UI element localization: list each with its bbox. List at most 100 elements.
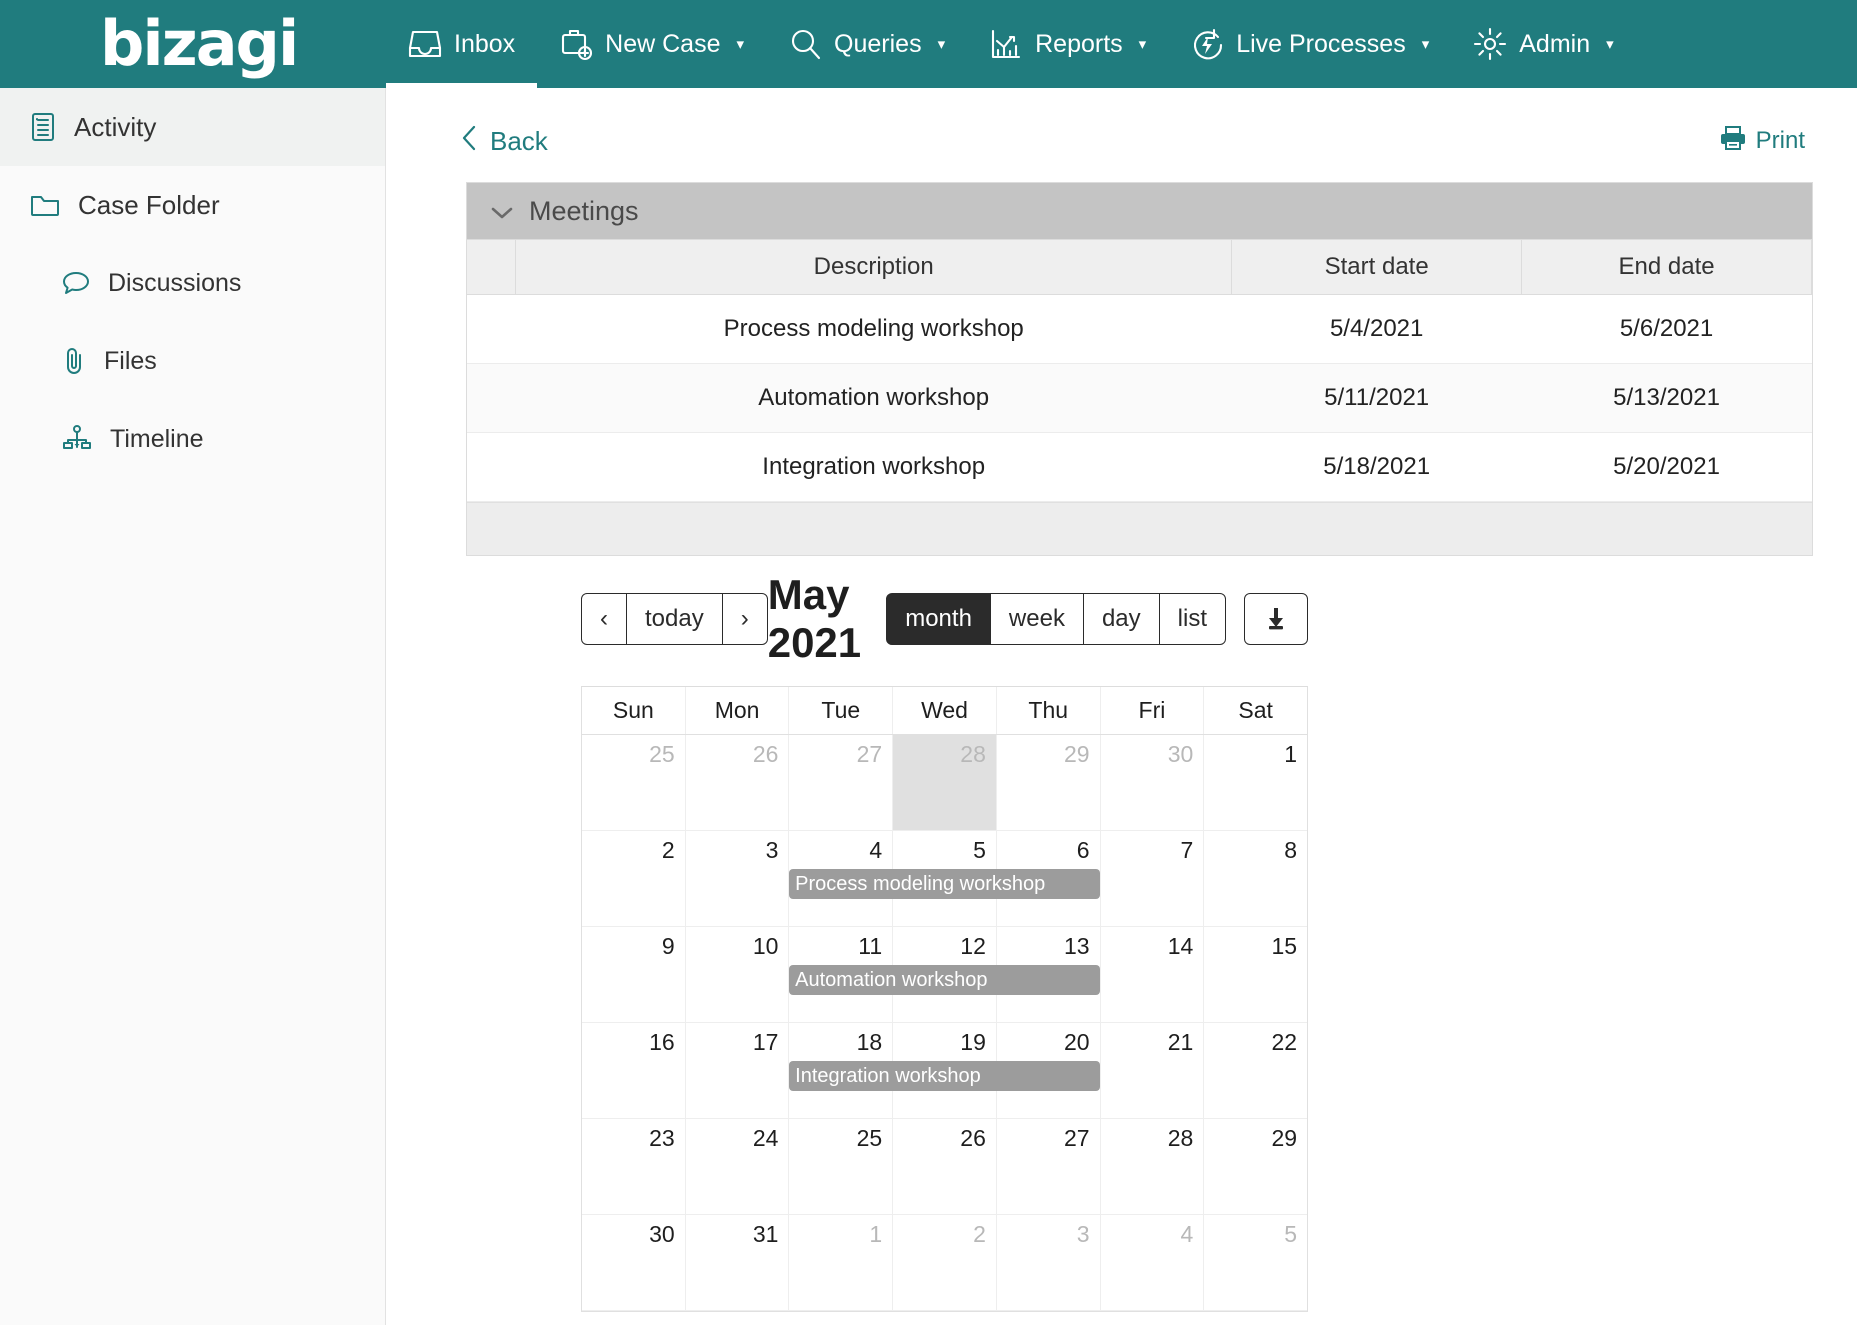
calendar-event[interactable]: Automation workshop xyxy=(789,965,1100,995)
nav-item-admin[interactable]: Admin ▾ xyxy=(1451,0,1635,88)
calendar-view-week[interactable]: week xyxy=(989,593,1084,645)
calendar-day-cell[interactable]: 16 xyxy=(582,1023,685,1118)
row-select-cell[interactable] xyxy=(467,363,516,433)
calendar-week-row: 2 3 4 5 6 7 8 Process modeling workshop xyxy=(582,831,1307,927)
meetings-panel-header[interactable]: Meetings xyxy=(467,183,1812,239)
calendar-day-cell[interactable]: 26 xyxy=(892,1119,996,1214)
calendar-view-list[interactable]: list xyxy=(1158,593,1226,645)
back-button[interactable]: Back xyxy=(460,124,548,159)
column-header-end-date[interactable]: End date xyxy=(1521,239,1812,295)
printer-icon xyxy=(1720,125,1746,157)
calendar-view-month[interactable]: month xyxy=(886,593,991,645)
sidebar-item-discussions[interactable]: Discussions xyxy=(0,244,385,322)
sidebar-item-case-folder[interactable]: Case Folder xyxy=(0,166,385,244)
column-header-select[interactable] xyxy=(467,239,517,295)
main-content: Back Print Meetings Description Start da… xyxy=(386,88,1857,1325)
calendar-day-cell[interactable]: 25 xyxy=(788,1119,892,1214)
calendar-day-cell[interactable]: 4 xyxy=(1099,1215,1204,1310)
calendar-day-cell[interactable]: 26 xyxy=(684,735,789,830)
calendar-day-cell[interactable]: 1 xyxy=(1203,735,1307,830)
calendar-day-names: Sun Mon Tue Wed Thu Fri Sat xyxy=(582,687,1307,735)
calendar-day-cell[interactable]: 10 xyxy=(684,927,789,1022)
chevron-down-icon: ▾ xyxy=(937,35,946,53)
table-row[interactable]: Process modeling workshop 5/4/2021 5/6/202… xyxy=(467,294,1812,364)
calendar-week-row: 9 10 11 12 13 14 15 Automation workshop xyxy=(582,927,1307,1023)
calendar-day-cell[interactable]: 9 xyxy=(582,927,685,1022)
nav-item-inbox[interactable]: Inbox xyxy=(386,0,538,88)
cell-start-date: 5/18/2021 xyxy=(1231,432,1522,502)
calendar-day-cell[interactable]: 25 xyxy=(582,735,685,830)
content-header: Back Print xyxy=(386,88,1857,166)
calendar-day-cell[interactable]: 28 xyxy=(892,735,996,830)
calendar-day-cell[interactable]: 27 xyxy=(995,1119,1100,1214)
page-body: Activity Case Folder Discussions Files Timel… xyxy=(0,88,1857,1325)
nav-item-label: Queries xyxy=(834,29,922,58)
calendar-dayname-mon: Mon xyxy=(684,687,789,734)
calendar-day-cell[interactable]: 27 xyxy=(788,735,892,830)
cell-start-date: 5/4/2021 xyxy=(1231,294,1522,364)
calendar-day-cell[interactable]: 8 xyxy=(1203,831,1307,926)
row-select-cell[interactable] xyxy=(467,294,516,364)
calendar-day-cell[interactable]: 30 xyxy=(582,1215,685,1310)
sidebar: Activity Case Folder Discussions Files Timel… xyxy=(0,88,386,1325)
calendar-day-cell[interactable]: 29 xyxy=(1203,1119,1307,1214)
calendar-day-cell[interactable]: 2 xyxy=(582,831,685,926)
sidebar-item-activity[interactable]: Activity xyxy=(0,88,385,166)
calendar-day-cell[interactable]: 28 xyxy=(1099,1119,1204,1214)
meetings-panel-title: Meetings xyxy=(529,195,639,226)
calendar-day-cell[interactable]: 5 xyxy=(1203,1215,1307,1310)
calendar-today-button[interactable]: today xyxy=(626,593,723,645)
refresh-bolt-icon xyxy=(1190,27,1224,61)
calendar-dayname-sun: Sun xyxy=(612,697,654,723)
nav-item-live-processes[interactable]: Live Processes ▾ xyxy=(1168,0,1451,88)
calendar-nav-group: ‹ today › xyxy=(581,593,768,645)
column-header-start-date[interactable]: Start date xyxy=(1231,239,1523,295)
sidebar-item-label: Case Folder xyxy=(78,189,220,220)
nav-item-label: Admin xyxy=(1519,29,1591,58)
column-header-description[interactable]: Description xyxy=(515,239,1233,295)
print-button[interactable]: Print xyxy=(1720,125,1805,157)
sidebar-item-timeline[interactable]: Timeline xyxy=(0,400,385,478)
calendar-day-cell[interactable]: 15 xyxy=(1203,927,1307,1022)
calendar-day-cell[interactable]: 7 xyxy=(1099,831,1204,926)
calendar-day-cell[interactable]: 22 xyxy=(1203,1023,1307,1118)
chevron-left-icon xyxy=(460,124,478,159)
calendar-day-cell[interactable]: 23 xyxy=(582,1119,685,1214)
calendar-day-cell[interactable]: 24 xyxy=(684,1119,789,1214)
calendar-download-button[interactable] xyxy=(1244,593,1308,645)
table-row[interactable]: Automation workshop 5/11/2021 5/13/2021 xyxy=(467,363,1812,433)
calendar-view-day[interactable]: day xyxy=(1082,593,1160,645)
calendar-prev-button[interactable]: ‹ xyxy=(581,593,627,645)
top-nav-items: Inbox New Case ▾ Queries ▾ Reports ▾ Live Proce… xyxy=(386,0,1636,88)
nav-item-queries[interactable]: Queries ▾ xyxy=(766,0,967,88)
table-row[interactable]: Integration workshop 5/18/2021 5/20/2021 xyxy=(467,432,1812,502)
print-button-label: Print xyxy=(1755,127,1805,154)
calendar-dayname-fri: Fri xyxy=(1099,687,1204,734)
meetings-panel-footer xyxy=(467,502,1812,555)
calendar-day-cell[interactable]: 14 xyxy=(1099,927,1204,1022)
calendar-day-cell[interactable]: 3 xyxy=(995,1215,1100,1310)
chevron-down-icon: ▾ xyxy=(1606,35,1614,53)
calendar-dayname-tue: Tue xyxy=(788,687,892,734)
calendar-next-button[interactable]: › xyxy=(721,593,768,645)
brand-logo[interactable]: bizagi xyxy=(0,0,386,88)
calendar-day-cell[interactable]: 2 xyxy=(892,1215,996,1310)
chevron-down-icon: ▾ xyxy=(736,35,745,53)
sidebar-item-label: Activity xyxy=(74,111,157,142)
sidebar-item-files[interactable]: Files xyxy=(0,322,385,400)
calendar-day-cell[interactable]: 29 xyxy=(995,735,1100,830)
calendar-day-cell[interactable]: 1 xyxy=(788,1215,892,1310)
nav-item-new-case[interactable]: New Case ▾ xyxy=(537,0,766,88)
calendar-day-cell[interactable]: 17 xyxy=(684,1023,789,1118)
timeline-icon xyxy=(62,425,92,453)
row-select-cell[interactable] xyxy=(467,432,516,502)
calendar-day-cell[interactable]: 21 xyxy=(1099,1023,1204,1118)
calendar-day-cell[interactable]: 31 xyxy=(684,1215,789,1310)
meetings-table: Description Start date End date Process … xyxy=(467,239,1812,502)
calendar: ‹ today › May 2021 month week day list S… xyxy=(386,571,1857,1312)
nav-item-reports[interactable]: Reports ▾ xyxy=(967,0,1168,88)
calendar-event[interactable]: Integration workshop xyxy=(789,1061,1100,1091)
calendar-day-cell[interactable]: 30 xyxy=(1099,735,1204,830)
calendar-event[interactable]: Process modeling workshop xyxy=(789,869,1100,899)
calendar-day-cell[interactable]: 3 xyxy=(684,831,789,926)
